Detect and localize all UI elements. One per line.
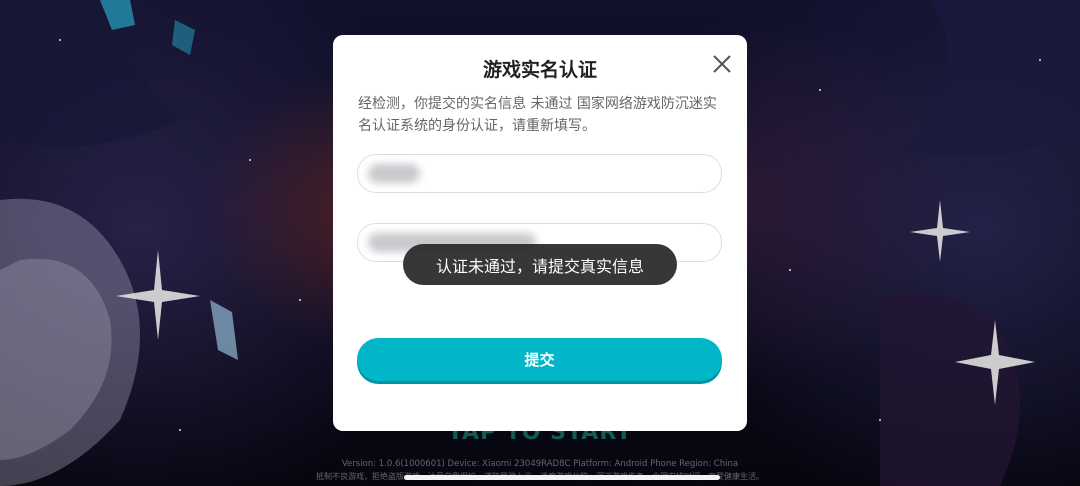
close-icon [713,55,731,73]
home-indicator-bar[interactable] [404,475,720,480]
close-button[interactable] [711,53,733,75]
name-input[interactable] [357,154,722,193]
verification-notice: 经检测，你提交的实名信息 未通过 国家网络游戏防沉迷实名认证系统的身份认证，请重… [358,96,717,134]
real-name-auth-dialog: 游戏实名认证 经检测，你提交的实名信息 未通过 国家网络游戏防沉迷实名认证系统的… [333,35,747,431]
blurred-name-value [368,164,420,183]
submit-button[interactable]: 提交 [357,338,722,381]
dialog-title: 游戏实名认证 [482,59,597,81]
error-toast: 认证未通过，请提交真实信息 [403,244,677,285]
